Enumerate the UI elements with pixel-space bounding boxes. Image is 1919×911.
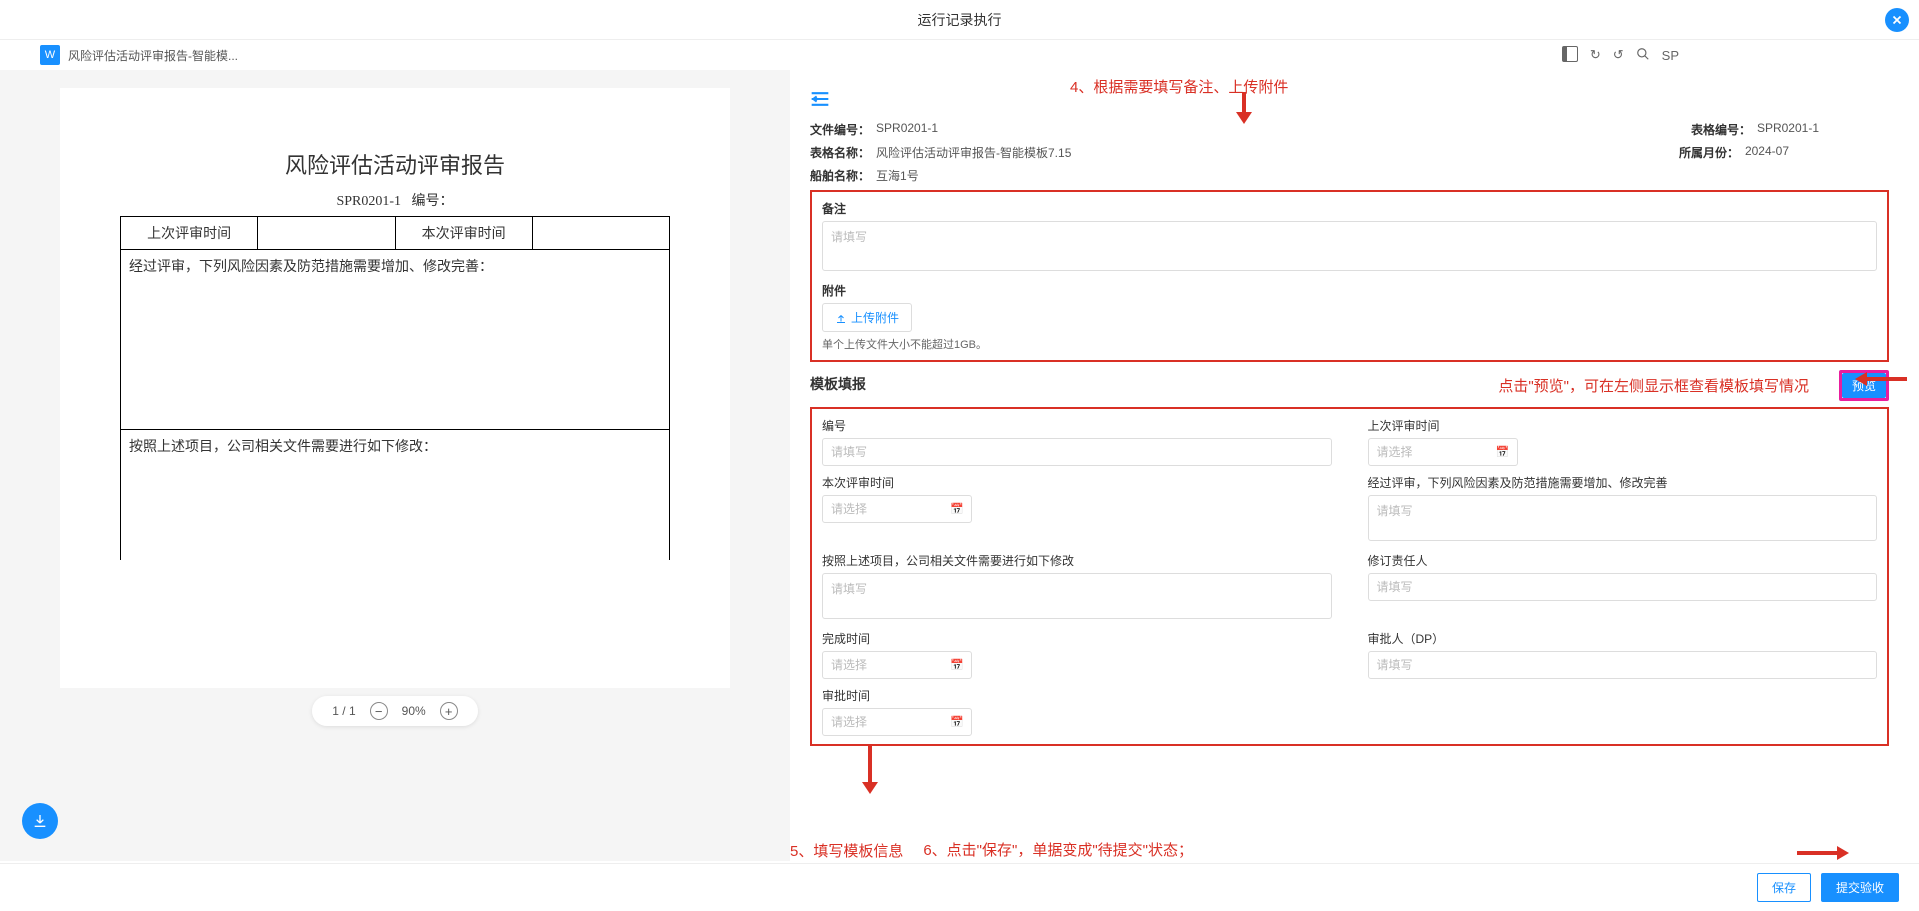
info-row-2: 表格名称： 风险评估活动评审报告-智能模板7.15 所属月份： 2024-07 bbox=[810, 144, 1889, 161]
table-no-value: SPR0201-1 bbox=[1757, 121, 1819, 138]
annotation-arrow bbox=[1236, 112, 1252, 127]
field-completion-time: 完成时间 📅 bbox=[822, 630, 1332, 679]
field-number: 编号 bbox=[822, 417, 1332, 466]
preview-table: 上次评审时间 本次评审时间 经过评审，下列风险因素及防范措施需要增加、修改完善：… bbox=[120, 216, 670, 560]
template-form-section: 编号 上次评审时间 📅 本次评审时间 📅 经过评审，下列风险因素及防范措施需要增… bbox=[810, 407, 1889, 746]
document-toolbar: W 风险评估活动评审报告-智能模... ↻ ↺ SP bbox=[0, 40, 1919, 70]
cell-risk-factors: 经过评审，下列风险因素及防范措施需要增加、修改完善： bbox=[121, 250, 670, 430]
pdf-controls: 1 / 1 − 90% + bbox=[312, 696, 477, 726]
submit-button[interactable]: 提交验收 bbox=[1821, 873, 1899, 902]
close-icon bbox=[1890, 13, 1904, 27]
close-button[interactable] bbox=[1885, 8, 1909, 32]
save-button[interactable]: 保存 bbox=[1757, 873, 1811, 902]
annotation-arrow bbox=[1837, 846, 1849, 863]
toolbar-actions: ↻ ↺ SP bbox=[1562, 46, 1679, 65]
approver-input[interactable] bbox=[1368, 651, 1878, 679]
table-name-value: 风险评估活动评审报告-智能模板7.15 bbox=[876, 144, 1071, 161]
table-name-label: 表格名称： bbox=[810, 144, 870, 161]
field-last-review-time: 上次评审时间 📅 bbox=[1368, 417, 1878, 466]
month-value: 2024-07 bbox=[1745, 144, 1789, 161]
field-risk-factors: 经过评审，下列风险因素及防范措施需要增加、修改完善 bbox=[1368, 474, 1878, 544]
table-row: 经过评审，下列风险因素及防范措施需要增加、修改完善： bbox=[121, 250, 670, 430]
info-row-3: 船舶名称： 互海1号 bbox=[810, 167, 1889, 184]
document-title: 风险评估活动评审报告-智能模... bbox=[68, 47, 1554, 64]
month-label: 所属月份： bbox=[1679, 144, 1739, 161]
annotation-6-line1: 6、点击"保存"，单据变成"待提交"状态； bbox=[923, 840, 1199, 863]
sp-label[interactable]: SP bbox=[1662, 48, 1679, 63]
field-this-review-time: 本次评审时间 📅 bbox=[822, 474, 1332, 544]
remark-attachment-section: 备注 附件 上传附件 单个上传文件大小不能超过1GB。 bbox=[810, 190, 1889, 362]
upload-button[interactable]: 上传附件 bbox=[822, 303, 912, 332]
field-approval-time: 审批时间 📅 bbox=[822, 687, 1332, 736]
table-row: 按照上述项目，公司相关文件需要进行如下修改： bbox=[121, 430, 670, 560]
search-icon[interactable] bbox=[1636, 47, 1650, 64]
template-section-header: 模板填报 点击"预览"，可在左侧显示框查看模板填写情况 预览 bbox=[810, 370, 1889, 401]
cell-last-review-label: 上次评审时间 bbox=[121, 217, 258, 250]
preview-title: 风险评估活动评审报告 bbox=[70, 148, 720, 180]
annotation-preview: 点击"预览"，可在左侧显示框查看模板填写情况 bbox=[1498, 375, 1809, 396]
remark-input[interactable] bbox=[822, 221, 1877, 271]
preview-panel: 风险评估活动评审报告 SPR0201-1 编号： 上次评审时间 本次评审时间 经… bbox=[0, 70, 790, 861]
field-approver: 审批人（DP） bbox=[1368, 630, 1878, 679]
collapse-icon[interactable] bbox=[810, 90, 830, 113]
remark-label: 备注 bbox=[822, 200, 1877, 217]
annotation-arrow bbox=[1855, 372, 1867, 389]
zoom-in-button[interactable]: + bbox=[440, 702, 458, 720]
rotate-left-icon[interactable]: ↺ bbox=[1613, 47, 1624, 63]
attachment-label: 附件 bbox=[822, 282, 1877, 299]
annotation-arrow bbox=[862, 782, 1889, 797]
revision-person-input[interactable] bbox=[1368, 573, 1878, 601]
modal-header: 运行记录执行 bbox=[0, 0, 1919, 40]
annotation-4: 4、根据需要填写备注、上传附件 bbox=[1070, 76, 1288, 97]
cell-this-review-value bbox=[532, 217, 669, 250]
field-revision-person: 修订责任人 bbox=[1368, 552, 1878, 622]
info-row-1: 文件编号： SPR0201-1 表格编号： SPR0201-1 bbox=[810, 121, 1889, 138]
layout-icon[interactable] bbox=[1562, 46, 1578, 65]
calendar-icon: 📅 bbox=[950, 659, 964, 672]
cell-last-review-value bbox=[258, 217, 395, 250]
preview-document: 风险评估活动评审报告 SPR0201-1 编号： 上次评审时间 本次评审时间 经… bbox=[60, 88, 730, 688]
main-content: 风险评估活动评审报告 SPR0201-1 编号： 上次评审时间 本次评审时间 经… bbox=[0, 70, 1919, 861]
form-panel: 4、根据需要填写备注、上传附件 文件编号： SPR0201-1 表格编号： SPR0… bbox=[790, 70, 1919, 861]
file-no-value: SPR0201-1 bbox=[876, 121, 938, 138]
risk-factors-input[interactable] bbox=[1368, 495, 1878, 541]
number-input[interactable] bbox=[822, 438, 1332, 466]
field-company-docs: 按照上述项目，公司相关文件需要进行如下修改 bbox=[822, 552, 1332, 622]
rotate-right-icon[interactable]: ↻ bbox=[1590, 47, 1601, 63]
word-icon: W bbox=[40, 45, 60, 65]
ship-name-value: 互海1号 bbox=[876, 167, 919, 184]
zoom-out-button[interactable]: − bbox=[370, 702, 388, 720]
page-indicator: 1 / 1 bbox=[332, 704, 355, 718]
preview-subtitle: SPR0201-1 编号： bbox=[70, 190, 720, 210]
page-title: 运行记录执行 bbox=[918, 10, 1002, 30]
footer-actions: 保存 提交验收 bbox=[0, 863, 1919, 911]
cell-company-docs: 按照上述项目，公司相关文件需要进行如下修改： bbox=[121, 430, 670, 560]
upload-icon bbox=[835, 312, 847, 324]
table-row: 上次评审时间 本次评审时间 bbox=[121, 217, 670, 250]
download-button[interactable] bbox=[22, 803, 58, 839]
company-docs-input[interactable] bbox=[822, 573, 1332, 619]
calendar-icon: 📅 bbox=[950, 716, 964, 729]
template-section-title: 模板填报 bbox=[810, 374, 866, 394]
ship-name-label: 船舶名称： bbox=[810, 167, 870, 184]
download-icon bbox=[32, 813, 48, 829]
upload-note: 单个上传文件大小不能超过1GB。 bbox=[822, 336, 1877, 352]
file-no-label: 文件编号： bbox=[810, 121, 870, 138]
cell-this-review-label: 本次评审时间 bbox=[395, 217, 532, 250]
annotation-5: 5、填写模板信息 bbox=[790, 840, 903, 861]
table-no-label: 表格编号： bbox=[1691, 121, 1751, 138]
calendar-icon: 📅 bbox=[1496, 446, 1510, 459]
calendar-icon: 📅 bbox=[950, 503, 964, 516]
form-grid: 编号 上次评审时间 📅 本次评审时间 📅 经过评审，下列风险因素及防范措施需要增… bbox=[822, 417, 1877, 736]
zoom-level: 90% bbox=[402, 704, 426, 718]
